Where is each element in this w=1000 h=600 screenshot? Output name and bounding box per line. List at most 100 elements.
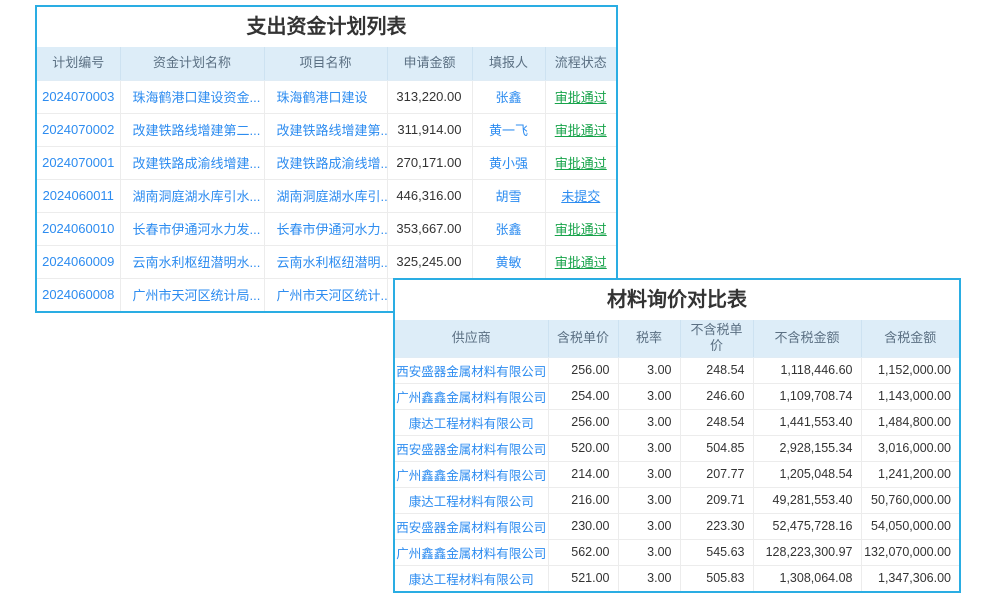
expense-col-plan-id: 计划编号 [37,47,120,80]
inquiry-row: 西安盛器金属材料有限公司 256.00 3.00 248.54 1,118,44… [395,357,959,383]
supplier-link[interactable]: 康达工程材料有限公司 [409,417,534,431]
project-name-link[interactable]: 改建铁路线增建第... [277,123,388,138]
project-name-link[interactable]: 长春市伊通河水力... [277,222,388,237]
expense-col-apply-amount: 申请金额 [387,47,472,80]
project-name-link[interactable]: 珠海鹤港口建设 [277,90,368,105]
inquiry-row: 康达工程材料有限公司 216.00 3.00 209.71 49,281,553… [395,487,959,513]
project-name-link[interactable]: 广州市天河区统计... [277,288,388,303]
inquiry-row: 广州鑫鑫金属材料有限公司 254.00 3.00 246.60 1,109,70… [395,383,959,409]
net-amount-value: 52,475,728.16 [753,513,861,539]
tax-amount-value: 3,016,000.00 [861,435,959,461]
expense-row: 2024060009 云南水利枢纽潜明水... 云南水利枢纽潜明... 325,… [37,245,616,278]
net-amount-value: 1,205,048.54 [753,461,861,487]
apply-amount-value: 325,245.00 [387,245,472,278]
apply-amount-value: 311,914.00 [387,113,472,146]
status-link[interactable]: 未提交 [561,189,600,204]
tax-rate-value: 3.00 [618,383,680,409]
inquiry-row: 广州鑫鑫金属材料有限公司 214.00 3.00 207.77 1,205,04… [395,461,959,487]
material-inquiry-title: 材料询价对比表 [395,280,959,320]
tax-price-value: 521.00 [548,565,618,591]
tax-amount-value: 1,152,000.00 [861,357,959,383]
fund-plan-name-link[interactable]: 湖南洞庭湖水库引水... [133,189,261,204]
tax-price-value: 256.00 [548,409,618,435]
inquiry-col-tax-price: 含税单价 [548,320,618,357]
reporter-name: 张鑫 [495,90,521,105]
supplier-link[interactable]: 广州鑫鑫金属材料有限公司 [396,547,546,561]
expense-row: 2024070002 改建铁路线增建第二... 改建铁路线增建第... 311,… [37,113,616,146]
supplier-link[interactable]: 西安盛器金属材料有限公司 [396,365,546,379]
inquiry-col-supplier: 供应商 [395,320,548,357]
plan-id-link[interactable]: 2024060011 [43,188,114,203]
supplier-link[interactable]: 西安盛器金属材料有限公司 [396,443,546,457]
inquiry-row: 西安盛器金属材料有限公司 230.00 3.00 223.30 52,475,7… [395,513,959,539]
net-price-value: 223.30 [680,513,753,539]
fund-plan-name-link[interactable]: 云南水利枢纽潜明水... [133,255,261,270]
tax-rate-value: 3.00 [618,435,680,461]
apply-amount-value: 446,316.00 [387,179,472,212]
apply-amount-value: 270,171.00 [387,146,472,179]
tax-rate-value: 3.00 [618,357,680,383]
tax-amount-value: 54,050,000.00 [861,513,959,539]
net-price-value: 504.85 [680,435,753,461]
project-name-link[interactable]: 改建铁路成渝线增... [277,156,388,171]
tax-price-value: 254.00 [548,383,618,409]
tax-price-value: 562.00 [548,539,618,565]
net-amount-value: 1,109,708.74 [753,383,861,409]
reporter-name: 张鑫 [495,222,521,237]
net-amount-value: 1,118,446.60 [753,357,861,383]
plan-id-link[interactable]: 2024070003 [42,89,114,104]
plan-id-link[interactable]: 2024060009 [42,254,114,269]
net-amount-value: 49,281,553.40 [753,487,861,513]
material-inquiry-panel: 材料询价对比表 供应商 含税单价 税率 不含税单价 不含税金额 含税金额 西安盛… [393,278,961,593]
supplier-link[interactable]: 康达工程材料有限公司 [409,495,534,509]
apply-amount-value: 353,667.00 [387,212,472,245]
reporter-name: 黄小强 [489,156,528,171]
inquiry-row: 西安盛器金属材料有限公司 520.00 3.00 504.85 2,928,15… [395,435,959,461]
project-name-link[interactable]: 湖南洞庭湖水库引... [277,189,388,204]
status-link[interactable]: 审批通过 [555,123,607,138]
status-link[interactable]: 审批通过 [555,255,607,270]
net-price-value: 207.77 [680,461,753,487]
net-price-value: 246.60 [680,383,753,409]
tax-rate-value: 3.00 [618,487,680,513]
net-price-value: 545.63 [680,539,753,565]
fund-plan-name-link[interactable]: 长春市伊通河水力发... [133,222,261,237]
inquiry-col-net-price: 不含税单价 [680,320,753,357]
reporter-name: 胡雪 [495,189,521,204]
apply-amount-value: 313,220.00 [387,80,472,113]
tax-price-value: 256.00 [548,357,618,383]
supplier-link[interactable]: 广州鑫鑫金属材料有限公司 [396,469,546,483]
material-inquiry-table: 供应商 含税单价 税率 不含税单价 不含税金额 含税金额 西安盛器金属材料有限公… [395,320,959,591]
fund-plan-name-link[interactable]: 广州市天河区统计局... [133,288,261,303]
supplier-link[interactable]: 康达工程材料有限公司 [409,573,534,587]
fund-plan-name-link[interactable]: 改建铁路线增建第二... [133,123,261,138]
inquiry-col-net-amount: 不含税金额 [753,320,861,357]
status-link[interactable]: 审批通过 [555,222,607,237]
tax-amount-value: 1,484,800.00 [861,409,959,435]
tax-amount-value: 1,143,000.00 [861,383,959,409]
expense-col-reporter: 填报人 [472,47,545,80]
plan-id-link[interactable]: 2024060010 [42,221,114,236]
supplier-link[interactable]: 广州鑫鑫金属材料有限公司 [396,391,546,405]
supplier-link[interactable]: 西安盛器金属材料有限公司 [396,521,546,535]
net-amount-value: 1,308,064.08 [753,565,861,591]
tax-price-value: 214.00 [548,461,618,487]
tax-amount-value: 1,241,200.00 [861,461,959,487]
fund-plan-name-link[interactable]: 珠海鹤港口建设资金... [133,90,261,105]
net-price-value: 505.83 [680,565,753,591]
net-amount-value: 2,928,155.34 [753,435,861,461]
expense-plan-table: 计划编号 资金计划名称 项目名称 申请金额 填报人 流程状态 202407000… [37,47,616,311]
project-name-link[interactable]: 云南水利枢纽潜明... [277,255,388,270]
status-link[interactable]: 审批通过 [555,156,607,171]
status-link[interactable]: 审批通过 [555,90,607,105]
tax-amount-value: 1,347,306.00 [861,565,959,591]
plan-id-link[interactable]: 2024060008 [42,287,114,302]
expense-col-fund-plan-name: 资金计划名称 [120,47,264,80]
net-price-value: 209.71 [680,487,753,513]
tax-price-value: 520.00 [548,435,618,461]
plan-id-link[interactable]: 2024070001 [42,155,114,170]
inquiry-row: 康达工程材料有限公司 521.00 3.00 505.83 1,308,064.… [395,565,959,591]
fund-plan-name-link[interactable]: 改建铁路成渝线增建... [133,156,261,171]
inquiry-row: 康达工程材料有限公司 256.00 3.00 248.54 1,441,553.… [395,409,959,435]
plan-id-link[interactable]: 2024070002 [42,122,114,137]
